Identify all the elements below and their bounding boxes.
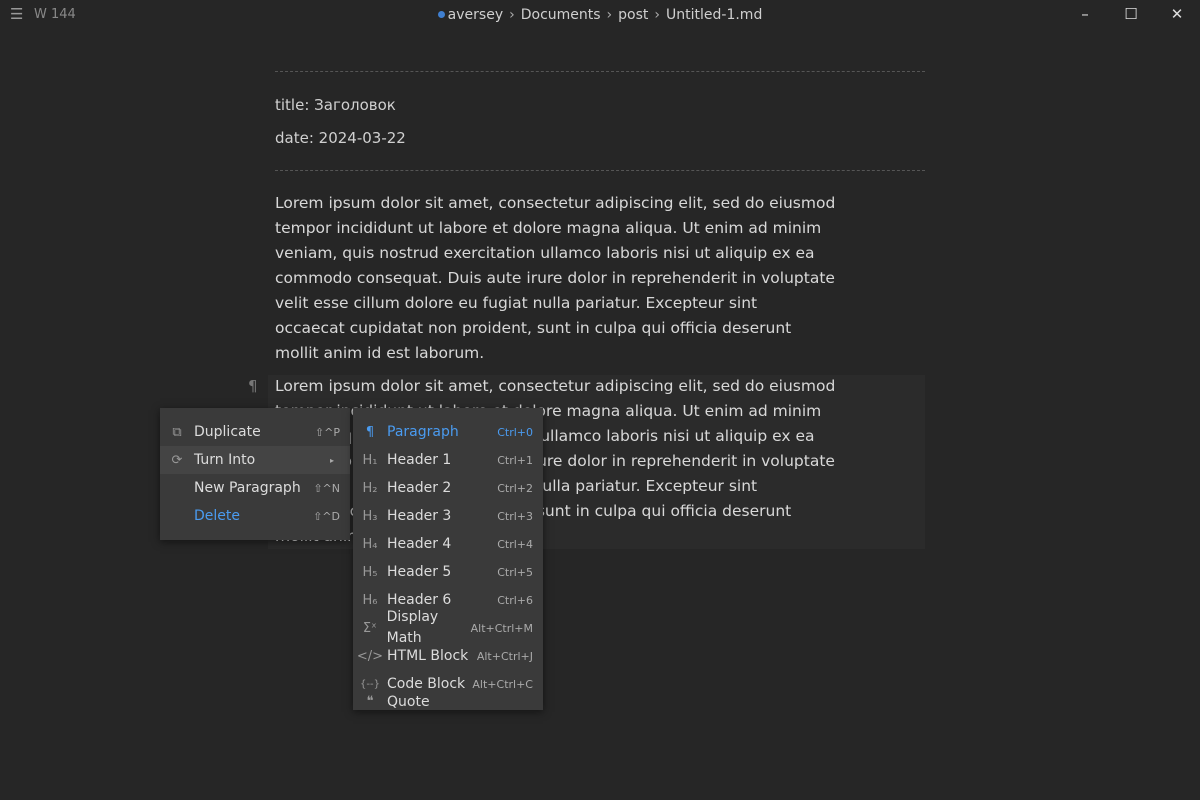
menu-item-new-paragraph[interactable]: New Paragraph ⇧^N (160, 474, 350, 502)
frontmatter-date[interactable]: date: 2024-03-22 (275, 129, 406, 147)
header-3-icon: H₃ (362, 508, 378, 524)
submenu-item-header-3[interactable]: H₃ Header 3 Ctrl+3 (353, 502, 543, 530)
refresh-icon: ⟳ (171, 452, 183, 468)
header-1-icon: H₁ (362, 452, 378, 468)
frontmatter-title[interactable]: title: Заголовок (275, 96, 396, 114)
paragraph-icon: ¶ (365, 424, 375, 440)
duplicate-icon: ⧉ (172, 424, 182, 440)
paragraph[interactable]: Lorem ipsum dolor sit amet, consectetur … (275, 191, 835, 366)
submenu-item-html-block[interactable]: </> HTML Block Alt+Ctrl+J (353, 642, 543, 670)
header-5-icon: H₅ (362, 564, 378, 580)
text-line: Lorem ipsum dolor sit amet, consectetur … (275, 377, 836, 395)
breadcrumb: aversey › Documents › post › Untitled-1.md (0, 7, 1200, 23)
turn-into-submenu: ¶ Paragraph Ctrl+0 H₁ Header 1 Ctrl+1 H₂ Head… (353, 408, 543, 710)
breadcrumb-item[interactable]: aversey (448, 7, 503, 23)
header-2-icon: H₂ (362, 480, 378, 496)
menu-item-delete[interactable]: Delete ⇧^D (160, 502, 350, 530)
paragraph-handle-icon[interactable]: ¶ (248, 377, 258, 395)
quote-icon: ❝ (366, 694, 374, 709)
code-tag-icon: </> (356, 648, 384, 664)
maximize-icon[interactable]: ☐ (1116, 5, 1146, 23)
header-6-icon: H₆ (362, 592, 378, 608)
text-line: mollit anim id est laborum. (275, 344, 485, 362)
frontmatter-divider (275, 170, 925, 171)
submenu-item-header-2[interactable]: H₂ Header 2 Ctrl+2 (353, 474, 543, 502)
submenu-item-paragraph[interactable]: ¶ Paragraph Ctrl+0 (353, 418, 543, 446)
close-icon[interactable]: ✕ (1162, 5, 1192, 23)
text-line: velit esse cillum dolore eu fugiat nulla… (275, 294, 758, 312)
titlebar: ☰ W 144 aversey › Documents › post › Untitled-… (0, 0, 1200, 32)
submenu-item-header-1[interactable]: H₁ Header 1 Ctrl+1 (353, 446, 543, 474)
text-line: occaecat cupidatat non proident, sunt in… (275, 319, 792, 337)
sigma-icon: Σˣ (362, 620, 377, 636)
text-line: tempor incididunt ut labore et dolore ma… (275, 219, 822, 237)
text-line: commodo consequat. Duis aute irure dolor… (275, 269, 835, 287)
minimize-icon[interactable]: – (1070, 5, 1100, 23)
code-block-icon: {--} (360, 678, 380, 690)
menu-item-turn-into[interactable]: ⟳ Turn Into ▸ (160, 446, 350, 474)
breadcrumb-item[interactable]: Documents (521, 7, 601, 23)
chevron-right-icon: ▸ (329, 455, 334, 465)
text-line: Lorem ipsum dolor sit amet, consectetur … (275, 194, 836, 212)
breadcrumb-item[interactable]: Untitled-1.md (666, 7, 762, 23)
frontmatter-divider (275, 71, 925, 72)
block-context-menu: ⧉ Duplicate ⇧^P ⟳ Turn Into ▸ New Paragraph ⇧… (160, 408, 350, 540)
submenu-item-header-4[interactable]: H₄ Header 4 Ctrl+4 (353, 530, 543, 558)
breadcrumb-item[interactable]: post (618, 7, 648, 23)
unsaved-dot-icon (437, 11, 445, 18)
submenu-item-quote[interactable]: ❝ Quote (353, 694, 543, 710)
menu-item-duplicate[interactable]: ⧉ Duplicate ⇧^P (160, 418, 350, 446)
text-line: veniam, quis nostrud exercitation ullamc… (275, 244, 815, 262)
submenu-item-display-math[interactable]: Σˣ Display Math Alt+Ctrl+M (353, 609, 543, 646)
header-4-icon: H₄ (362, 536, 378, 552)
submenu-item-header-5[interactable]: H₅ Header 5 Ctrl+5 (353, 558, 543, 586)
